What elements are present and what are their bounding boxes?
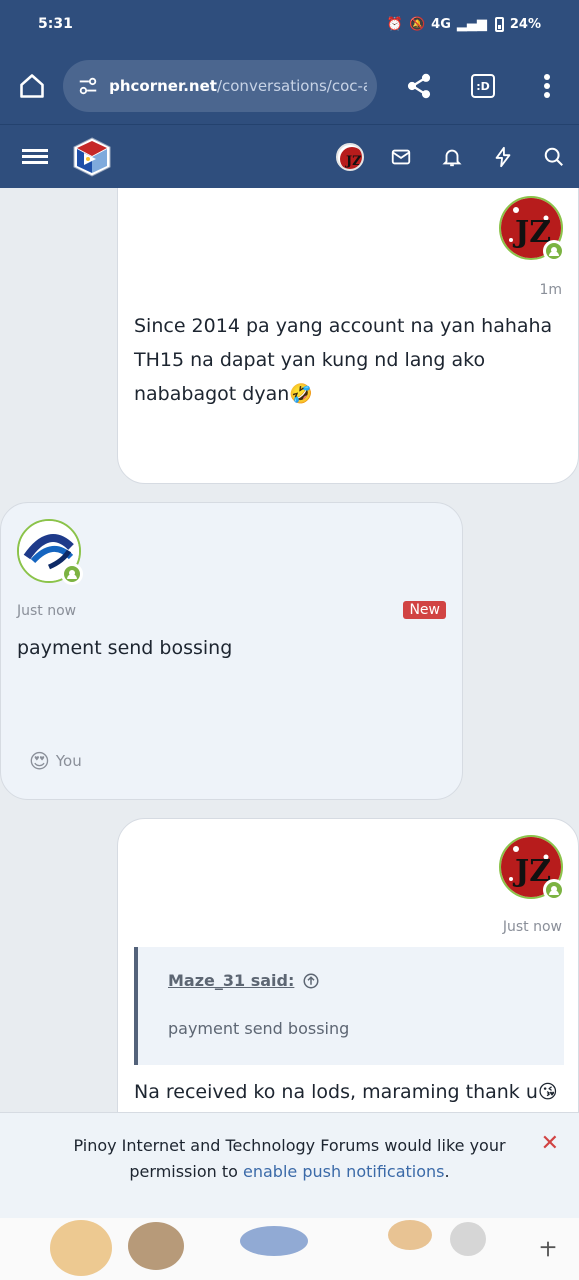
browser-toolbar: phcorner.net/conversations/coc-a :D — [0, 48, 579, 124]
heart-eyes-emoji-icon: 😍 — [29, 749, 50, 773]
site-logo[interactable] — [70, 135, 114, 179]
tabs-icon: :D — [471, 74, 495, 98]
conversation-thread: JZ 1m Since 2014 pa yang account na yan … — [0, 188, 579, 1220]
online-status-icon — [543, 879, 565, 901]
reaction-user: You — [55, 752, 82, 770]
menu-button[interactable] — [0, 125, 70, 189]
sender-avatar[interactable] — [17, 519, 83, 585]
decoration — [450, 1222, 486, 1256]
banner-line-2: permission to enable push notifications. — [129, 1162, 450, 1181]
account-button[interactable]: JZ — [324, 125, 375, 189]
online-status-icon — [61, 563, 83, 585]
new-badge: New — [403, 601, 446, 619]
decoration — [388, 1220, 432, 1250]
battery-percent: 24% — [509, 16, 541, 32]
pin-icon[interactable] — [537, 1238, 559, 1260]
share-icon — [407, 73, 431, 99]
search-button[interactable] — [528, 125, 579, 189]
decoration — [128, 1222, 184, 1270]
close-icon[interactable]: ✕ — [541, 1131, 559, 1157]
address-bar[interactable]: phcorner.net/conversations/coc-a — [63, 60, 377, 112]
alarm-icon: ⏰ — [386, 16, 403, 32]
message-time: 1m — [539, 282, 562, 298]
more-vert-icon — [544, 74, 550, 98]
site-settings-icon[interactable] — [77, 75, 99, 97]
decoration — [50, 1220, 112, 1276]
hamburger-icon — [22, 146, 48, 167]
bell-icon — [441, 149, 462, 166]
status-icons: ⏰ 🔕 4G ▂▄▆ 24% — [386, 16, 541, 32]
svg-text:JZ: JZ — [345, 154, 362, 169]
battery-icon — [494, 16, 504, 32]
envelope-icon — [391, 149, 410, 164]
whats-new-button[interactable] — [477, 125, 528, 189]
search-icon — [544, 147, 563, 166]
message-bubble: Just now New payment send bossing 😍 You — [0, 502, 463, 800]
message-bubble: JZ 1m Since 2014 pa yang account na yan … — [117, 188, 579, 484]
message-time: Just now — [502, 919, 562, 935]
quote-block: Maze_31 said: payment send bossing — [134, 947, 564, 1065]
quote-author-link[interactable]: Maze_31 said: — [168, 971, 320, 990]
url-path: /conversations/coc-a — [216, 77, 367, 95]
alerts-button[interactable] — [426, 125, 477, 189]
signal-icon: ▂▄▆ — [456, 16, 487, 32]
bottom-bar — [0, 1218, 579, 1280]
reaction-summary[interactable]: 😍 You — [29, 749, 82, 773]
status-bar: 5:31 ⏰ 🔕 4G ▂▄▆ 24% — [0, 0, 579, 48]
url-host: phcorner.net — [109, 77, 217, 95]
sender-avatar[interactable]: JZ — [499, 196, 565, 262]
quote-text: payment send bossing — [168, 1019, 350, 1038]
message-time: Just now — [17, 603, 77, 619]
online-status-icon — [543, 240, 565, 262]
message-text: payment send bossing — [17, 637, 233, 659]
message-text: Na received ko na lods, maraming thank u… — [134, 1081, 558, 1103]
banner-line-1: Pinoy Internet and Technology Forums wou… — [73, 1136, 506, 1155]
site-navbar: JZ — [0, 124, 579, 188]
push-notification-banner: Pinoy Internet and Technology Forums wou… — [0, 1112, 579, 1218]
home-button[interactable] — [0, 48, 63, 124]
enable-push-link[interactable]: enable push notifications — [243, 1162, 445, 1181]
browser-menu-button[interactable] — [515, 48, 579, 124]
inbox-button[interactable] — [375, 125, 426, 189]
sender-avatar[interactable]: JZ — [499, 835, 565, 901]
mute-icon: 🔕 — [408, 16, 426, 32]
network-label: 4G — [431, 16, 451, 32]
message-text: Since 2014 pa yang account na yan hahaha… — [134, 315, 553, 405]
tabs-button[interactable]: :D — [451, 48, 515, 124]
jump-up-icon[interactable] — [302, 972, 320, 990]
share-button[interactable] — [387, 48, 451, 124]
decoration — [240, 1226, 308, 1256]
home-icon — [19, 74, 44, 98]
bolt-icon — [495, 146, 510, 167]
account-avatar: JZ — [335, 142, 364, 171]
status-time: 5:31 — [38, 16, 73, 32]
